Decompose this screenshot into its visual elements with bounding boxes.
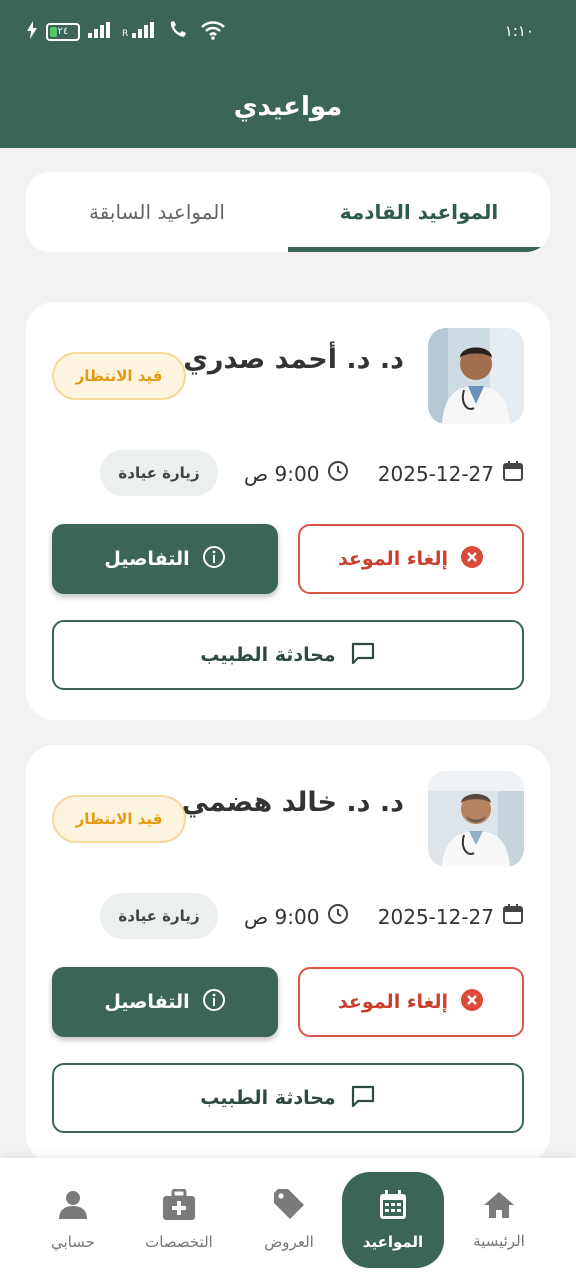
tab-past[interactable]: المواعيد السابقة xyxy=(26,172,288,252)
chat-icon xyxy=(350,641,376,670)
details-button[interactable]: التفاصيل xyxy=(52,524,278,594)
appointment-time: 9:00 ص xyxy=(244,460,349,487)
doctor-name: د. د. خالد هضمي xyxy=(181,787,405,818)
appointment-time: 9:00 ص xyxy=(244,903,349,930)
nav-home[interactable]: الرئيسية xyxy=(448,1172,550,1268)
tab-upcoming[interactable]: المواعيد القادمة xyxy=(288,172,550,252)
cancel-circle-icon xyxy=(460,545,484,574)
time-text: 9:00 ص xyxy=(244,461,320,486)
signal-roaming-icon: R xyxy=(122,22,160,41)
cancel-circle-icon xyxy=(460,988,484,1017)
tag-icon xyxy=(272,1189,306,1225)
time-text: 9:00 ص xyxy=(244,904,320,929)
nav-appointments-label: المواعيد xyxy=(362,1233,424,1251)
status-badge: قيد الانتظار xyxy=(52,795,186,843)
calendar-icon xyxy=(377,1189,409,1225)
cancel-appointment-button[interactable]: إلغاء الموعد xyxy=(298,524,524,594)
nav-home-label: الرئيسية xyxy=(473,1232,525,1250)
clock-icon xyxy=(327,460,349,487)
chat-label: محادثة الطبيب xyxy=(200,644,336,666)
wifi-icon xyxy=(200,20,226,43)
cancel-appointment-button[interactable]: إلغاء الموعد xyxy=(298,967,524,1037)
chat-icon xyxy=(350,1084,376,1113)
date-text: 2025-12-27 xyxy=(377,461,494,486)
nav-specialties[interactable]: التخصصات xyxy=(128,1172,230,1268)
medical-kit-icon xyxy=(162,1188,196,1225)
visit-type-chip: زيارة عيادة xyxy=(100,893,218,939)
appointment-date: 2025-12-27 xyxy=(378,460,524,487)
appointment-date: 2025-12-27 xyxy=(378,903,524,930)
chat-doctor-button[interactable]: محادثة الطبيب xyxy=(52,1063,524,1133)
doctor-avatar xyxy=(428,328,524,424)
chat-label: محادثة الطبيب xyxy=(200,1087,336,1109)
appointment-tabs: المواعيد القادمة المواعيد السابقة xyxy=(26,172,550,252)
signal-icon xyxy=(88,22,114,41)
svg-text:R: R xyxy=(122,29,128,38)
charging-icon xyxy=(26,21,38,42)
person-icon xyxy=(57,1189,89,1225)
clock-icon xyxy=(327,903,349,930)
info-icon xyxy=(202,545,226,574)
appointment-card: د. د. أحمد صدري قيد الانتظار 2025-12-27 … xyxy=(26,302,550,720)
cancel-label: إلغاء الموعد xyxy=(337,991,449,1013)
nav-offers[interactable]: العروض xyxy=(238,1172,340,1268)
chat-doctor-button[interactable]: محادثة الطبيب xyxy=(52,620,524,690)
nav-offers-label: العروض xyxy=(264,1233,314,1251)
appointment-card: د. د. خالد هضمي قيد الانتظار 2025-12-27 … xyxy=(26,745,550,1163)
battery-level: ٢٤ xyxy=(57,26,69,37)
nav-account[interactable]: حسابي xyxy=(22,1172,124,1268)
visit-type-chip: زيارة عيادة xyxy=(100,450,218,496)
battery-icon: ٢٤ xyxy=(46,22,80,41)
status-badge: قيد الانتظار xyxy=(52,352,186,400)
details-button[interactable]: التفاصيل xyxy=(52,967,278,1037)
app-bar: مواعيدي xyxy=(0,66,576,148)
clock: ١:١٠ xyxy=(504,22,534,40)
status-icons: ٢٤ R xyxy=(26,20,226,43)
cancel-label: إلغاء الموعد xyxy=(337,548,449,570)
home-icon xyxy=(482,1190,516,1224)
calendar-icon xyxy=(502,903,524,930)
nav-account-label: حسابي xyxy=(51,1233,95,1251)
status-bar: ٢٤ R ١:١٠ xyxy=(0,0,576,66)
details-label: التفاصيل xyxy=(104,548,190,570)
page-title: مواعيدي xyxy=(233,92,343,122)
details-label: التفاصيل xyxy=(104,991,190,1013)
doctor-avatar xyxy=(428,771,524,867)
calendar-icon xyxy=(502,460,524,487)
wifi-call-icon xyxy=(168,20,192,43)
nav-appointments[interactable]: المواعيد xyxy=(342,1172,444,1268)
bottom-navigation: الرئيسية المواعيد العروض التخصصات حسابي xyxy=(0,1158,576,1280)
date-text: 2025-12-27 xyxy=(377,904,494,929)
doctor-name: د. د. أحمد صدري xyxy=(183,344,404,375)
info-icon xyxy=(202,988,226,1017)
nav-specialties-label: التخصصات xyxy=(145,1233,213,1251)
